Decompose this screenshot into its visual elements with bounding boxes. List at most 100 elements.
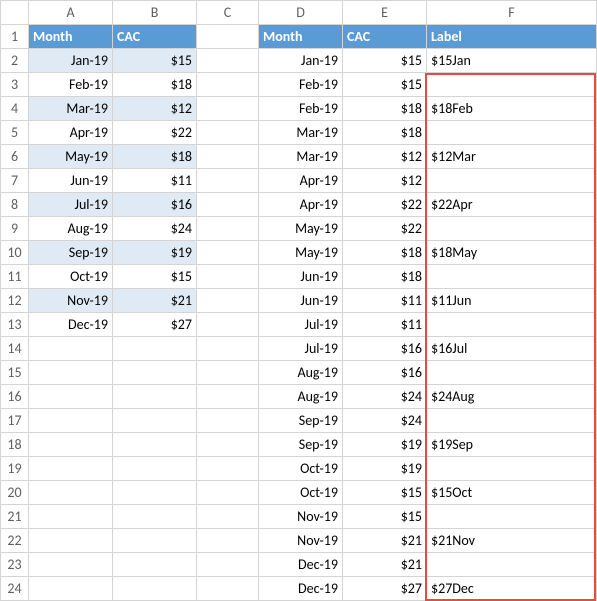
cell-D14[interactable]: Jul-19	[259, 337, 343, 361]
row-header[interactable]: 21	[1, 505, 29, 529]
cell-E21[interactable]: $15	[343, 505, 427, 529]
cell-B3[interactable]: $18	[113, 73, 197, 97]
cell-A2[interactable]: Jan-19	[29, 49, 113, 73]
cell-D10[interactable]: May-19	[259, 241, 343, 265]
cell-E16[interactable]: $24	[343, 385, 427, 409]
col-header-E[interactable]: E	[343, 1, 427, 25]
cell-F8[interactable]: $22Apr	[427, 193, 597, 217]
cell-A16[interactable]	[29, 385, 113, 409]
cell-A17[interactable]	[29, 409, 113, 433]
cell-F18[interactable]: $19Sep	[427, 433, 597, 457]
cell-C21[interactable]	[197, 505, 259, 529]
cell-A6[interactable]: May-19	[29, 145, 113, 169]
select-all-corner[interactable]	[1, 1, 29, 25]
cell-E23[interactable]: $21	[343, 553, 427, 577]
cell-B9[interactable]: $24	[113, 217, 197, 241]
cell-B23[interactable]	[113, 553, 197, 577]
cell-F9[interactable]	[427, 217, 597, 241]
cell-C22[interactable]	[197, 529, 259, 553]
cell-B16[interactable]	[113, 385, 197, 409]
row-header[interactable]: 10	[1, 241, 29, 265]
cell-C6[interactable]	[197, 145, 259, 169]
cell-C3[interactable]	[197, 73, 259, 97]
cell-C15[interactable]	[197, 361, 259, 385]
cell-D18[interactable]: Sep-19	[259, 433, 343, 457]
col-header-D[interactable]: D	[259, 1, 343, 25]
cell-A18[interactable]	[29, 433, 113, 457]
cell-E4[interactable]: $18	[343, 97, 427, 121]
cell-B1[interactable]: CAC	[113, 25, 197, 49]
cell-E13[interactable]: $11	[343, 313, 427, 337]
cell-F3[interactable]	[427, 73, 597, 97]
cell-A13[interactable]: Dec-19	[29, 313, 113, 337]
cell-D17[interactable]: Sep-19	[259, 409, 343, 433]
cell-D12[interactable]: Jun-19	[259, 289, 343, 313]
cell-B24[interactable]	[113, 577, 197, 601]
cell-E11[interactable]: $18	[343, 265, 427, 289]
cell-D22[interactable]: Nov-19	[259, 529, 343, 553]
cell-E12[interactable]: $11	[343, 289, 427, 313]
cell-D4[interactable]: Feb-19	[259, 97, 343, 121]
cell-D23[interactable]: Dec-19	[259, 553, 343, 577]
row-header[interactable]: 20	[1, 481, 29, 505]
row-header[interactable]: 19	[1, 457, 29, 481]
cell-C12[interactable]	[197, 289, 259, 313]
cell-B15[interactable]	[113, 361, 197, 385]
cell-B2[interactable]: $15	[113, 49, 197, 73]
cell-A1[interactable]: Month	[29, 25, 113, 49]
cell-D11[interactable]: Jun-19	[259, 265, 343, 289]
row-header[interactable]: 4	[1, 97, 29, 121]
cell-A8[interactable]: Jul-19	[29, 193, 113, 217]
cell-E10[interactable]: $18	[343, 241, 427, 265]
cell-F15[interactable]	[427, 361, 597, 385]
cell-F5[interactable]	[427, 121, 597, 145]
cell-C16[interactable]	[197, 385, 259, 409]
cell-F14[interactable]: $16Jul	[427, 337, 597, 361]
cell-A23[interactable]	[29, 553, 113, 577]
cell-F17[interactable]	[427, 409, 597, 433]
cell-D6[interactable]: Mar-19	[259, 145, 343, 169]
cell-E2[interactable]: $15	[343, 49, 427, 73]
cell-D1[interactable]: Month	[259, 25, 343, 49]
cell-E6[interactable]: $12	[343, 145, 427, 169]
cell-C8[interactable]	[197, 193, 259, 217]
cell-F10[interactable]: $18May	[427, 241, 597, 265]
cell-A24[interactable]	[29, 577, 113, 601]
cell-A20[interactable]	[29, 481, 113, 505]
cell-A14[interactable]	[29, 337, 113, 361]
cell-C5[interactable]	[197, 121, 259, 145]
cell-D7[interactable]: Apr-19	[259, 169, 343, 193]
row-header[interactable]: 7	[1, 169, 29, 193]
cell-B8[interactable]: $16	[113, 193, 197, 217]
cell-A21[interactable]	[29, 505, 113, 529]
cell-A19[interactable]	[29, 457, 113, 481]
cell-D19[interactable]: Oct-19	[259, 457, 343, 481]
row-header[interactable]: 6	[1, 145, 29, 169]
worksheet-table[interactable]: A B C D E F 1 Month CAC Month CAC Label …	[0, 0, 597, 601]
row-header[interactable]: 8	[1, 193, 29, 217]
cell-E3[interactable]: $15	[343, 73, 427, 97]
cell-F1[interactable]: Label	[427, 25, 597, 49]
cell-A22[interactable]	[29, 529, 113, 553]
cell-E20[interactable]: $15	[343, 481, 427, 505]
cell-C18[interactable]	[197, 433, 259, 457]
row-header[interactable]: 11	[1, 265, 29, 289]
cell-A15[interactable]	[29, 361, 113, 385]
cell-D9[interactable]: May-19	[259, 217, 343, 241]
cell-D15[interactable]: Aug-19	[259, 361, 343, 385]
row-header[interactable]: 17	[1, 409, 29, 433]
row-header[interactable]: 12	[1, 289, 29, 313]
cell-C13[interactable]	[197, 313, 259, 337]
cell-A4[interactable]: Mar-19	[29, 97, 113, 121]
cell-B13[interactable]: $27	[113, 313, 197, 337]
col-header-A[interactable]: A	[29, 1, 113, 25]
cell-E17[interactable]: $24	[343, 409, 427, 433]
cell-E1[interactable]: CAC	[343, 25, 427, 49]
cell-C19[interactable]	[197, 457, 259, 481]
cell-F7[interactable]	[427, 169, 597, 193]
cell-E19[interactable]: $19	[343, 457, 427, 481]
cell-C7[interactable]	[197, 169, 259, 193]
cell-E9[interactable]: $22	[343, 217, 427, 241]
cell-B5[interactable]: $22	[113, 121, 197, 145]
cell-C17[interactable]	[197, 409, 259, 433]
